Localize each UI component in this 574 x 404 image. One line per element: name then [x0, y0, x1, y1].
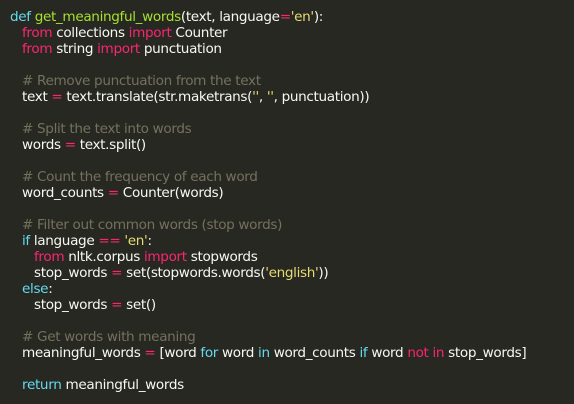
- code-editor[interactable]: def get_meaningful_words(text, language=…: [0, 0, 574, 404]
- code-line: else:: [10, 281, 526, 297]
- code-text-token: word: [367, 345, 408, 361]
- code-line: # Filter out common words (stop words): [10, 217, 526, 233]
- code-line: meaningful_words = [word for word in wor…: [10, 345, 527, 361]
- code-text-token: )): [318, 265, 329, 281]
- comment-token: # Split the text into words: [22, 121, 192, 137]
- keyword-token: in: [258, 345, 270, 361]
- code-line: # Count the frequency of each word: [10, 169, 526, 185]
- code-text-token: words: [22, 137, 65, 153]
- operator-token: =: [51, 89, 63, 105]
- code-text-token: stop_words: [34, 265, 112, 281]
- code-text-token: word: [218, 345, 259, 361]
- code-text-token: stop_words]: [444, 345, 527, 361]
- code-text-token: meaningful_words: [22, 345, 145, 361]
- code-line: if language == 'en':: [10, 233, 526, 249]
- code-text-token: , punctuation)): [273, 89, 370, 105]
- import-keyword-token: import: [143, 249, 187, 265]
- keyword-token: if: [22, 233, 30, 249]
- string-literal-token: 'english': [265, 265, 319, 281]
- code-text-token: word_counts: [269, 345, 360, 361]
- string-literal-token: '': [266, 89, 274, 105]
- code-line: def get_meaningful_words(text, language=…: [10, 9, 526, 25]
- code-line: # Remove punctuation from the text: [10, 73, 526, 89]
- code-text-token: stop_words: [34, 297, 112, 313]
- code-text-token: meaningful_words: [61, 377, 184, 393]
- import-keyword-token: import: [97, 41, 140, 57]
- code-line: return meaningful_words: [10, 377, 526, 393]
- code-line: word_counts = Counter(words): [10, 185, 526, 201]
- import-keyword-token: from: [22, 25, 53, 41]
- code-text-token: ):: [313, 9, 324, 25]
- code-text-token: :: [147, 233, 152, 249]
- string-literal-token: 'en': [290, 9, 314, 25]
- code-text-token: collections: [52, 25, 129, 41]
- code-text-token: text.split(): [75, 137, 147, 153]
- string-literal-token: '': [252, 89, 259, 105]
- code-text-token: (text, language: [180, 9, 280, 25]
- code-text-token: :: [48, 281, 53, 297]
- code-line: from nltk.corpus import stopwords: [10, 249, 526, 265]
- comment-token: # Count the frequency of each word: [22, 169, 258, 185]
- code-text-token: stopwords: [186, 249, 258, 265]
- keyword-token: for: [200, 345, 219, 361]
- operator-token: =: [107, 185, 119, 201]
- code-line: stop_words = set(): [10, 297, 526, 313]
- operator-token: =: [144, 345, 156, 361]
- comment-token: # Filter out common words (stop words): [22, 217, 283, 233]
- code-line: from collections import Counter: [10, 25, 526, 41]
- comment-token: # Get words with meaning: [22, 329, 196, 345]
- code-text-token: text: [22, 89, 52, 105]
- code-text-token: set(): [122, 297, 156, 313]
- code-line: stop_words = set(stopwords.words('englis…: [10, 265, 526, 281]
- keyword-token: return: [22, 377, 62, 393]
- comment-token: # Remove punctuation from the text: [22, 73, 261, 89]
- operator-token: not in: [407, 345, 445, 361]
- function-name-token: get_meaningful_words: [34, 9, 182, 25]
- code-text-token: string: [52, 41, 98, 57]
- code-text-token: [word: [155, 345, 201, 361]
- keyword-token: def: [10, 9, 35, 25]
- operator-token: =: [64, 137, 76, 153]
- code-text-token: set(stopwords.words(: [122, 265, 266, 281]
- code-line: # Get words with meaning: [10, 329, 526, 345]
- code-text-token: word_counts: [22, 185, 108, 201]
- operator-token: ==: [98, 233, 121, 249]
- string-literal-token: 'en': [124, 233, 148, 249]
- code-text-token: nltk.corpus: [64, 249, 144, 265]
- operator-token: =: [111, 265, 123, 281]
- code-text-token: language: [29, 233, 99, 249]
- code-text-token: ,: [258, 89, 267, 105]
- operator-token: =: [279, 9, 291, 25]
- import-keyword-token: from: [34, 249, 65, 265]
- keyword-token: else: [22, 281, 49, 297]
- code-block[interactable]: def get_meaningful_words(text, language=…: [10, 9, 527, 393]
- code-line: words = text.split(): [10, 137, 526, 153]
- code-line: from string import punctuation: [10, 41, 526, 57]
- code-text-token: punctuation: [139, 41, 222, 57]
- code-line: text = text.translate(str.maketrans('', …: [10, 89, 526, 105]
- code-text-token: text.translate(str.maketrans(: [62, 89, 253, 105]
- code-line: # Split the text into words: [10, 121, 526, 137]
- code-text-token: Counter(words): [118, 185, 224, 201]
- code-text-token: Counter: [171, 25, 228, 41]
- operator-token: =: [111, 297, 123, 313]
- import-keyword-token: from: [22, 41, 53, 57]
- import-keyword-token: import: [128, 25, 172, 41]
